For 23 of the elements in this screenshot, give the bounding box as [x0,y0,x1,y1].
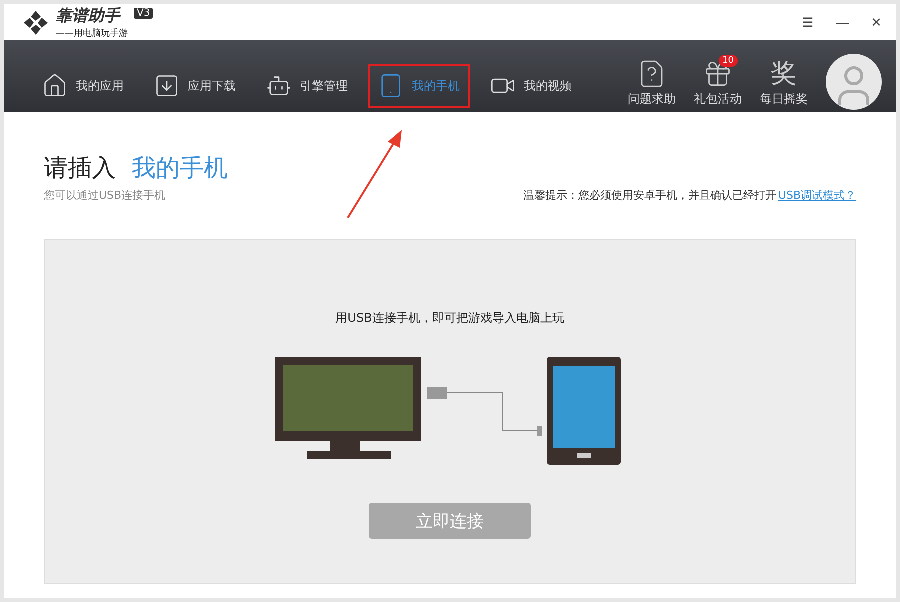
prize-icon: 奖 [771,59,797,89]
heading-highlight: 我的手机 [132,153,228,184]
toolbar-button[interactable]: 奖 每日摇奖 [760,59,808,108]
nav-tab[interactable]: 引擎管理 [256,64,358,108]
nav-tab[interactable]: 我的视频 [480,64,582,108]
window-control[interactable]: — [836,14,849,30]
toolbar-button[interactable]: 问题求助 [628,59,676,108]
notice-text: 温馨提示：您必须使用安卓手机，并且确认已经打开 [523,188,776,203]
nav-tab[interactable]: 我的应用 [32,64,134,108]
app-name: 靠谱助手 [56,6,122,27]
window-control[interactable]: ✕ [871,14,882,30]
caption: 用USB连接手机，即可把游戏导入电脑上玩 [336,310,564,327]
logo-icon [22,9,50,37]
window-control[interactable]: ☰ [802,14,814,30]
download-icon [154,73,180,99]
usb-debug-link[interactable]: USB调试模式？ [778,188,856,203]
app-slogan: ——用电脑玩手游 [56,28,128,40]
subtitle: 您可以通过USB连接手机 [44,188,167,203]
notification-badge: 10 [718,55,738,67]
version-label: V3 [134,8,154,19]
house-icon [42,73,68,99]
heading-text: 请插入 [44,153,116,184]
nav-tab[interactable]: 应用下载 [144,64,246,108]
